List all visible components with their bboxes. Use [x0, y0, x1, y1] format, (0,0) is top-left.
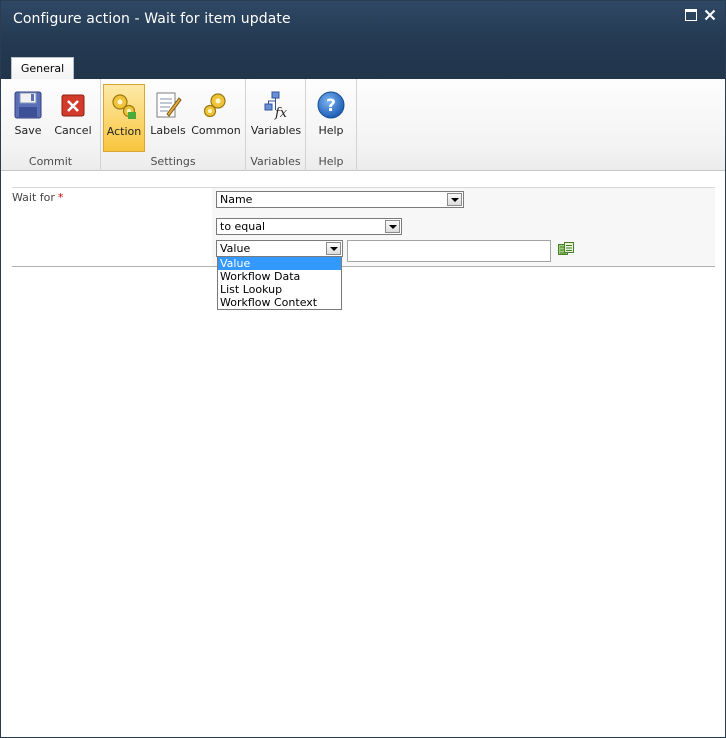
option-value[interactable]: Value: [218, 257, 341, 270]
value-type-select[interactable]: Value: [216, 240, 343, 257]
ribbon: Save Cancel Commit Action Labels Common …: [1, 79, 725, 171]
option-list-lookup[interactable]: List Lookup: [218, 283, 341, 296]
option-workflow-context[interactable]: Workflow Context: [218, 296, 341, 309]
close-icon[interactable]: [704, 9, 716, 21]
variables-fx-icon: fx: [264, 91, 288, 120]
cancel-label: Cancel: [54, 124, 92, 137]
variables-group-label: Variables: [250, 155, 301, 168]
svg-text:fx: fx: [274, 106, 288, 120]
labels-edit-icon: [156, 92, 182, 118]
commit-group-label: Commit: [28, 155, 73, 168]
labels-label: Labels: [150, 124, 186, 137]
gears-action-icon: [112, 94, 136, 119]
value-type-dropdown[interactable]: Value Workflow Data List Lookup Workflow…: [217, 256, 342, 310]
ribbon-group-settings: Action Labels Common Settings: [101, 79, 246, 171]
help-question-icon: ?: [317, 91, 345, 119]
ribbon-group-commit: Save Cancel Commit: [1, 79, 101, 171]
dialog-title: Configure action - Wait for item update: [13, 11, 291, 27]
tab-general[interactable]: General: [11, 57, 74, 80]
common-button[interactable]: Common: [191, 84, 241, 152]
option-workflow-data[interactable]: Workflow Data: [218, 270, 341, 283]
maximize-icon[interactable]: [685, 9, 697, 21]
labels-button[interactable]: Labels: [147, 84, 189, 152]
ribbon-group-help: ? Help Help: [306, 79, 357, 171]
variables-label: Variables: [250, 124, 302, 137]
title-bar: Configure action - Wait for item update …: [1, 1, 725, 80]
chevron-down-icon[interactable]: [385, 220, 400, 233]
field-select[interactable]: Name: [216, 191, 464, 208]
settings-group-label: Settings: [150, 155, 196, 168]
insert-reference-icon[interactable]: [558, 242, 574, 256]
variables-button[interactable]: fx Variables: [250, 84, 302, 152]
common-label: Common: [191, 124, 241, 137]
help-button[interactable]: ? Help: [310, 84, 352, 152]
save-button[interactable]: Save: [7, 84, 49, 152]
gears-common-icon: [203, 93, 226, 118]
operator-select[interactable]: to equal: [216, 218, 402, 235]
action-button[interactable]: Action: [103, 84, 145, 152]
configure-action-dialog: Configure action - Wait for item update …: [0, 0, 726, 738]
value-input[interactable]: [347, 240, 551, 262]
cancel-button[interactable]: Cancel: [51, 84, 95, 152]
help-group-label: Help: [318, 155, 344, 168]
chevron-down-icon[interactable]: [447, 193, 462, 206]
action-label: Action: [106, 125, 142, 138]
svg-text:?: ?: [326, 96, 336, 116]
save-label: Save: [14, 124, 42, 137]
ribbon-group-variables: fx Variables Variables: [246, 79, 306, 171]
floppy-disk-icon: [14, 91, 42, 119]
required-marker: *: [57, 191, 64, 204]
cancel-icon: [61, 94, 85, 117]
wait-for-label: Wait for *: [12, 191, 64, 204]
chevron-down-icon[interactable]: [326, 242, 341, 255]
help-label: Help: [318, 124, 344, 137]
